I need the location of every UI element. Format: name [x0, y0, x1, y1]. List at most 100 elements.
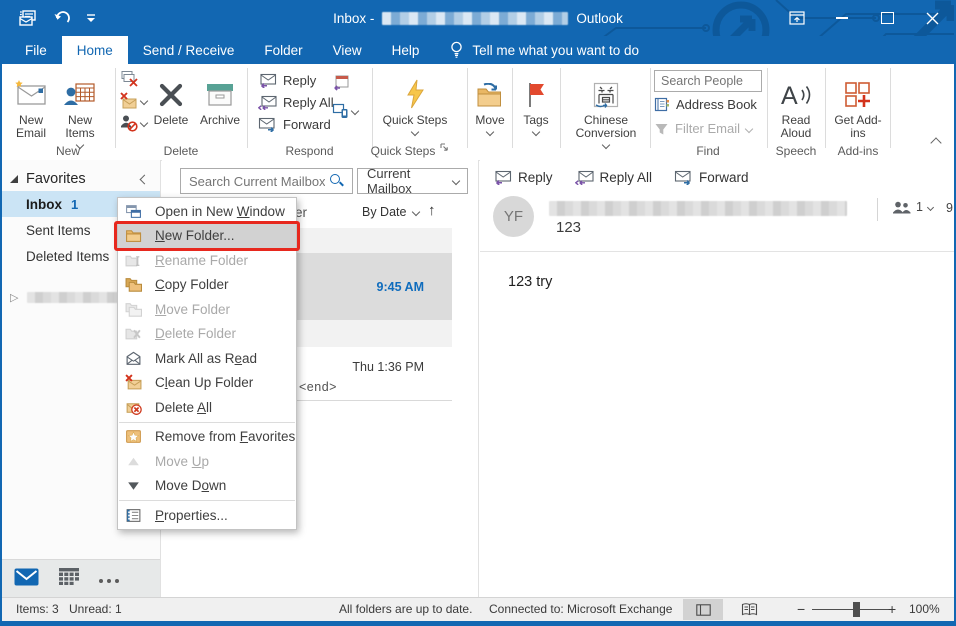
tab-send-receive[interactable]: Send / Receive	[128, 36, 250, 64]
new-items-button[interactable]: New Items	[56, 67, 104, 151]
sort-direction-arrow[interactable]: ↑	[428, 202, 436, 219]
forward-button[interactable]: Forward	[258, 117, 331, 132]
get-addins-button[interactable]: Get Add-ins	[830, 67, 886, 151]
maximize-button[interactable]	[875, 5, 899, 31]
junk-icon	[120, 114, 138, 132]
reading-reply-button[interactable]: Reply	[493, 170, 553, 185]
mailbox-scope-dropdown[interactable]: Current Mailbox	[357, 168, 468, 194]
search-box[interactable]	[180, 168, 353, 194]
tags-label: Tags	[523, 114, 548, 127]
sort-dropdown[interactable]: By Date	[362, 205, 419, 219]
mail-nav-button[interactable]	[14, 568, 39, 591]
tab-file[interactable]: File	[10, 36, 62, 64]
customize-qat-icon[interactable]	[86, 12, 96, 24]
im-button[interactable]	[332, 102, 358, 119]
message-preview-fragment: <end>	[299, 380, 337, 394]
reading-reply-all-button[interactable]: Reply All	[575, 170, 653, 185]
ignore-icon	[120, 70, 138, 87]
ribbon-tabs: FileHomeSend / ReceiveFolderViewHelp	[10, 36, 434, 64]
menu-item-move-folder[interactable]: Move Folder	[118, 297, 296, 322]
read-aloud-button[interactable]: A Read Aloud	[770, 67, 822, 151]
svg-text:A: A	[781, 82, 798, 109]
delete-button[interactable]: Delete	[148, 67, 194, 151]
menu-item-delete-all[interactable]: Delete All	[118, 395, 296, 420]
outlook-window: Inbox - Outlook FileHomeSend / ReceiveFo…	[0, 0, 956, 626]
address-book-button[interactable]: Address Book	[654, 97, 757, 112]
window-bottom-border	[0, 621, 956, 626]
response-actions: Reply Reply All Forward	[493, 170, 749, 185]
tell-me-box[interactable]: Tell me what you want to do	[450, 36, 639, 64]
menu-item-delete-folder[interactable]: Delete Folder	[118, 322, 296, 347]
menu-item-mark-all-as-read[interactable]: Mark All as Read	[118, 346, 296, 371]
reply-all-icon	[575, 170, 594, 185]
zoom-slider-handle[interactable]	[853, 602, 860, 617]
favorites-expand-triangle-icon[interactable]	[10, 175, 18, 183]
meeting-button[interactable]	[332, 74, 350, 91]
favorites-label: Favorites	[26, 171, 86, 187]
reply-all-icon	[258, 95, 277, 110]
collapse-ribbon-button[interactable]	[932, 134, 940, 152]
menu-item-label: Copy Folder	[155, 277, 229, 292]
search-people-input[interactable]	[654, 70, 762, 92]
status-connection: Connected to: Microsoft Exchange	[489, 602, 672, 616]
filter-email-button[interactable]: Filter Email	[654, 121, 752, 136]
menu-item-copy-folder[interactable]: Copy Folder	[118, 273, 296, 298]
outlook-app-icon[interactable]	[18, 8, 38, 28]
search-input[interactable]	[181, 174, 329, 189]
archive-button[interactable]: Archive	[195, 67, 245, 151]
close-button[interactable]	[920, 5, 944, 31]
zoom-in-button[interactable]: +	[888, 601, 896, 617]
normal-view-button[interactable]	[683, 599, 723, 620]
archive-label: Archive	[200, 114, 240, 127]
tab-help[interactable]: Help	[377, 36, 435, 64]
sender-avatar[interactable]: YF	[493, 196, 534, 237]
zoom-slider-track[interactable]	[812, 609, 892, 610]
quick-steps-dialog-launcher[interactable]	[439, 139, 449, 157]
ignore-button[interactable]	[120, 70, 138, 87]
recipient-count-dropdown[interactable]: 1	[892, 200, 933, 214]
quick-steps-icon	[404, 71, 426, 109]
minimize-folder-pane-icon[interactable]	[140, 174, 150, 184]
junk-button[interactable]	[120, 114, 147, 132]
menu-item-move-up[interactable]: Move Up	[118, 449, 296, 474]
reading-view-button[interactable]	[729, 599, 769, 620]
menu-item-move-down[interactable]: Move Down	[118, 474, 296, 499]
menu-item-open-in-new-window[interactable]: Open in New Window	[118, 199, 296, 224]
menu-item-rename-folder[interactable]: Rename Folder	[118, 248, 296, 273]
more-apps-button[interactable]	[99, 570, 123, 588]
message-time-fragment: 9	[946, 201, 953, 215]
move-up-icon	[125, 453, 142, 470]
reading-forward-button[interactable]: Forward	[674, 170, 749, 185]
menu-item-new-folder[interactable]: New Folder...	[118, 224, 296, 249]
calendar-nav-button[interactable]	[59, 568, 79, 590]
filter-email-dropdown-chevron	[745, 124, 753, 132]
favorites-header[interactable]: Favorites	[2, 167, 160, 191]
undo-icon[interactable]	[53, 10, 71, 26]
menu-item-properties[interactable]: Properties...	[118, 503, 296, 528]
search-icon[interactable]	[329, 173, 345, 189]
ribbon-display-options-button[interactable]	[785, 5, 809, 31]
tab-home[interactable]: Home	[62, 36, 128, 64]
menu-item-clean-up-folder[interactable]: Clean Up Folder	[118, 371, 296, 396]
status-items-count: Items: 3	[16, 602, 59, 616]
move-button[interactable]: Move	[469, 67, 511, 151]
tab-folder[interactable]: Folder	[249, 36, 317, 64]
zoom-out-button[interactable]: −	[797, 601, 805, 617]
cleanup-button[interactable]	[120, 92, 147, 109]
reply-all-button[interactable]: Reply All	[258, 95, 334, 110]
mailbox-scope-label: Current Mailbox	[367, 166, 445, 196]
new-email-button[interactable]: New Email	[8, 67, 54, 151]
archive-icon	[204, 71, 236, 109]
reading-view-icon	[741, 603, 758, 616]
account-expand-triangle-icon[interactable]: ▷	[10, 291, 18, 304]
menu-item-remove-from-favorites[interactable]: Remove from Favorites	[118, 425, 296, 450]
chinese-conversion-button[interactable]: Chinese Conversion	[564, 67, 648, 151]
tab-view[interactable]: View	[318, 36, 377, 64]
tags-button[interactable]: Tags	[515, 67, 557, 151]
minimize-button[interactable]	[830, 5, 854, 31]
sender-redacted	[549, 201, 847, 216]
new-email-icon	[13, 71, 49, 109]
zoom-level[interactable]: 100%	[909, 602, 940, 616]
meeting-icon	[332, 74, 350, 91]
reply-button[interactable]: Reply	[258, 73, 316, 88]
